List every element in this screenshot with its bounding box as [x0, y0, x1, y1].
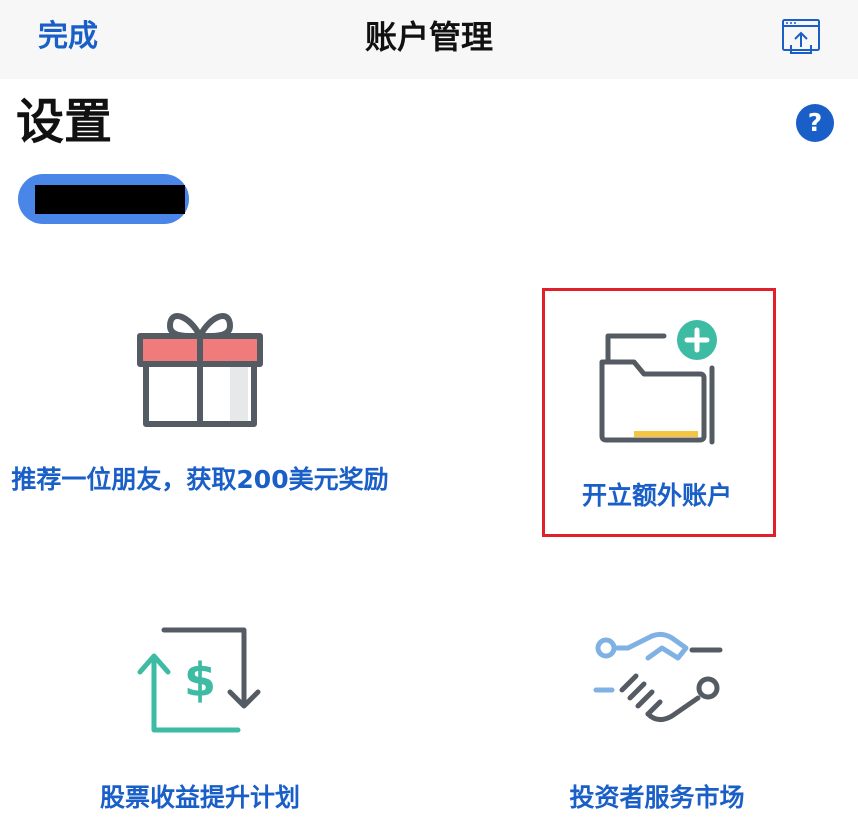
- page-title: 设置: [16, 94, 113, 150]
- redacted-account-name: [35, 185, 185, 214]
- tile-open-account-label[interactable]: 开立额外账户: [546, 480, 768, 512]
- tile-investor-market-label[interactable]: 投资者服务市场: [520, 782, 794, 814]
- svg-text:$: $: [184, 653, 216, 707]
- gift-icon[interactable]: [134, 300, 266, 430]
- folder-add-icon[interactable]: [594, 316, 724, 446]
- nav-bar: 完成 账户管理: [0, 0, 858, 79]
- nav-title: 账户管理: [364, 18, 493, 56]
- tile-stock-yield-label[interactable]: 股票收益提升计划: [10, 782, 390, 814]
- stock-yield-icon[interactable]: $: [134, 626, 266, 736]
- tile-refer-friend-label[interactable]: 推荐一位朋友，获取200美元奖励: [10, 464, 390, 496]
- handshake-icon[interactable]: [592, 628, 724, 734]
- share-window-icon[interactable]: [781, 17, 821, 57]
- account-selector-pill[interactable]: [18, 174, 189, 224]
- help-icon[interactable]: ?: [796, 104, 834, 142]
